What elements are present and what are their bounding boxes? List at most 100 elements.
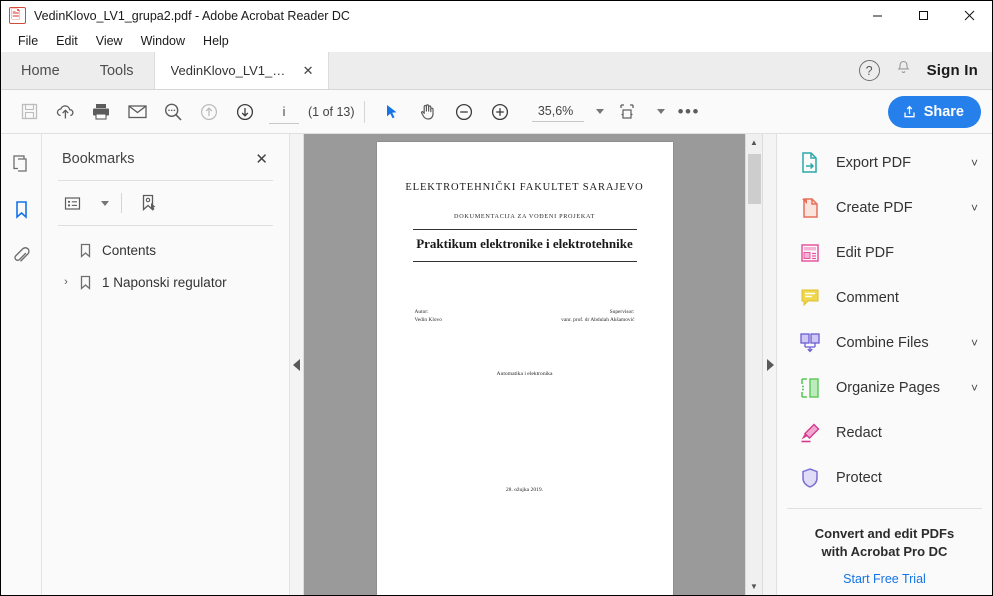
tab-document[interactable]: VedinKlovo_LV1_gr... ✕ [153,52,329,89]
chevron-down-icon[interactable] [101,200,109,206]
collapse-left-panel-icon[interactable] [293,358,300,371]
doc-supervisor-label: Supervisor: [609,309,635,315]
sign-in-button[interactable]: Sign In [927,62,978,79]
tool-label: Comment [836,289,899,306]
menu-edit[interactable]: Edit [47,32,87,50]
bookmark-item-naponski-regulator[interactable]: › 1 Naponski regulator [42,266,289,298]
comment-icon [797,285,823,311]
zoom-dropdown-button[interactable] [584,97,609,127]
tab-tools[interactable]: Tools [80,52,154,89]
scroll-up-icon[interactable]: ▲ [746,134,763,151]
expand-chevron-icon[interactable]: › [58,276,74,288]
tool-combine-files[interactable]: Combine Files ˅ [777,320,992,365]
minimize-button[interactable] [854,1,900,30]
list-options-icon[interactable] [58,190,88,216]
bookmarks-icon[interactable] [6,194,36,224]
share-button[interactable]: Share [887,95,981,128]
toolbar-divider [363,100,365,123]
menu-bar: File Edit View Window Help [1,30,992,52]
doc-supervisor: Supervisor: vanr. prof. dr Abdulah Akšam… [525,308,635,325]
tool-redact[interactable]: Redact [777,410,992,455]
tool-create-pdf[interactable]: Create PDF ˅ [777,185,992,230]
next-page-icon[interactable] [227,95,263,129]
collapse-right-panel-icon[interactable] [767,358,774,371]
tab-bar-right: ? Sign In [858,52,992,89]
combine-files-icon [797,330,823,356]
maximize-button[interactable] [900,1,946,30]
close-icon[interactable]: ✕ [299,63,318,79]
email-icon[interactable] [119,95,155,129]
promo-line-1: Convert and edit PDFs [814,526,955,541]
menu-view[interactable]: View [87,32,132,50]
close-bookmarks-icon[interactable]: ✕ [250,148,273,170]
doc-supervisor-name: vanr. prof. dr Abdulah Akšamović [561,317,635,324]
bookmarks-toolbar [42,181,289,225]
bookmark-item-contents[interactable]: Contents [42,234,289,266]
tool-label: Combine Files [836,334,929,351]
bookmarks-panel: Bookmarks ✕ Contents › 1 Naponski regula… [42,134,290,595]
title-bar: VedinKlovo_LV1_grupa2.pdf - Adobe Acroba… [1,1,992,30]
window-controls [854,1,992,30]
tool-organize-pages[interactable]: Organize Pages ˅ [777,365,992,410]
page-number-input[interactable]: i [269,100,299,124]
print-icon[interactable] [83,95,119,129]
select-cursor-icon[interactable] [374,95,410,129]
tool-comment[interactable]: Comment [777,275,992,320]
tool-label: Protect [836,469,882,486]
fit-dropdown-button[interactable] [645,97,670,127]
tab-home[interactable]: Home [1,52,80,89]
fit-page-width-icon[interactable] [609,95,645,129]
page-thumbnails-icon[interactable] [6,148,36,178]
zoom-in-icon[interactable] [482,95,518,129]
menu-help[interactable]: Help [194,32,238,50]
scrollbar-thumb[interactable] [748,154,761,204]
more-tools-button[interactable]: ••• [670,102,708,122]
doc-author-label: Autor: [414,309,429,315]
save-icon[interactable] [11,95,47,129]
tool-label: Export PDF [836,154,911,171]
acrobat-reader-window: VedinKlovo_LV1_grupa2.pdf - Adobe Acroba… [0,0,993,596]
upload-to-cloud-icon[interactable] [47,95,83,129]
menu-window[interactable]: Window [132,32,194,50]
bookmarks-header: Bookmarks ✕ [42,134,289,180]
right-panel-splitter[interactable] [762,134,776,595]
chevron-down-icon[interactable]: ˅ [971,201,978,215]
tool-label: Organize Pages [836,379,940,396]
attachments-paperclip-icon[interactable] [6,240,36,270]
chevron-down-icon[interactable]: ˅ [971,336,978,350]
zoom-out-icon[interactable] [446,95,482,129]
doc-faculty: ELEKTROTEHNIČKI FAKULTET SARAJEVO [405,182,644,193]
chevron-down-icon[interactable]: ˅ [971,381,978,395]
previous-page-icon[interactable] [191,95,227,129]
doc-subtitle: DOKUMENTACIJA ZA VOĐENI PROJEKAT [454,213,595,220]
tools-panel: Export PDF ˅ Create PDF ˅ Edit PDF Comme… [776,134,992,595]
bookmark-label: 1 Naponski regulator [102,274,227,290]
new-bookmark-icon[interactable] [134,190,164,216]
notifications-bell-icon[interactable] [896,60,911,81]
scroll-down-icon[interactable]: ▼ [746,578,763,595]
zoom-level-input[interactable]: 35,6% [531,101,584,122]
workspace: Bookmarks ✕ Contents › 1 Naponski regula… [1,134,992,595]
tool-edit-pdf[interactable]: Edit PDF [777,230,992,275]
divider [412,261,637,262]
chevron-down-icon[interactable]: ˅ [971,156,978,170]
tool-label: Create PDF [836,199,913,216]
doc-author-block: Autor: Vedin Klovo Supervisor: vanr. pro… [399,308,651,325]
divider [787,508,982,509]
help-icon[interactable]: ? [858,60,880,81]
pdf-page: ELEKTROTEHNIČKI FAKULTET SARAJEVO DOKUME… [376,142,673,595]
tool-protect[interactable]: Protect [777,455,992,500]
bookmark-flag-icon [74,243,96,258]
start-free-trial-link[interactable]: Start Free Trial [777,572,992,586]
window-title: VedinKlovo_LV1_grupa2.pdf - Adobe Acroba… [34,8,350,23]
close-button[interactable] [946,1,992,30]
vertical-scrollbar[interactable]: ▲ ▼ [745,134,762,595]
doc-date: 28. ožujka 2019. [505,486,544,493]
menu-file[interactable]: File [9,32,47,50]
hand-pan-icon[interactable] [410,95,446,129]
tool-export-pdf[interactable]: Export PDF ˅ [777,140,992,185]
left-panel-splitter[interactable] [290,134,304,595]
tool-label: Edit PDF [836,244,895,261]
find-text-icon[interactable] [155,95,191,129]
document-viewport[interactable]: ELEKTROTEHNIČKI FAKULTET SARAJEVO DOKUME… [304,134,745,595]
